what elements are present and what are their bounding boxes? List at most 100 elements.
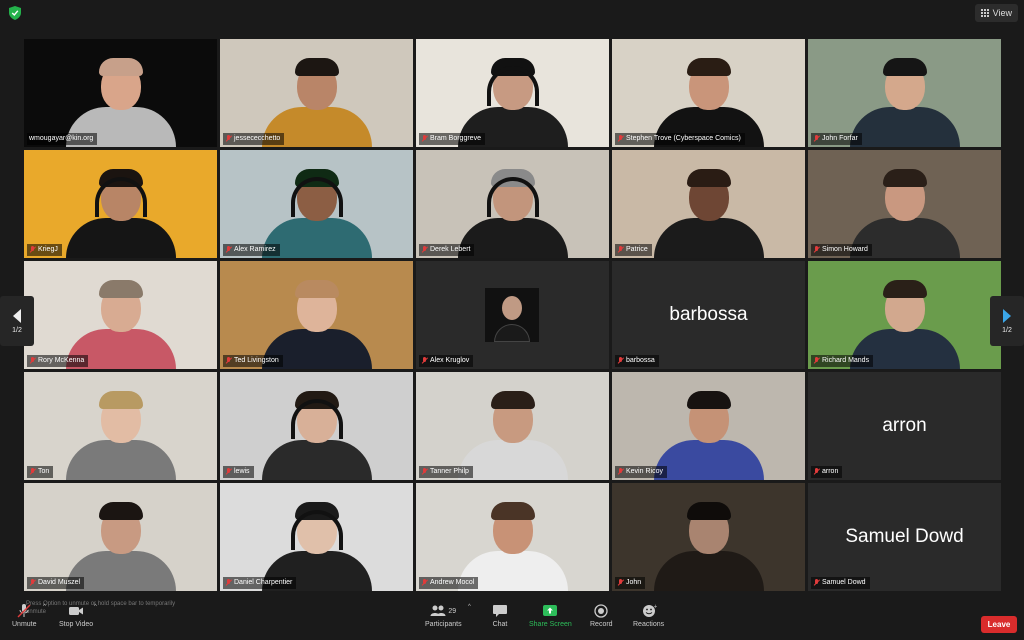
- participant-tile[interactable]: John: [612, 483, 805, 591]
- participant-display-name: arron: [882, 415, 927, 436]
- leave-button[interactable]: Leave: [981, 616, 1017, 633]
- record-label: Record: [590, 621, 613, 628]
- participant-tile[interactable]: Alex Kruglov: [416, 261, 609, 369]
- participant-tile[interactable]: lewis: [220, 372, 413, 480]
- participant-name: Bram Borggreve: [430, 135, 481, 142]
- participants-options-caret-icon[interactable]: ^: [468, 604, 471, 610]
- participant-name-tag: John: [615, 577, 646, 589]
- participant-tile[interactable]: Ted Livingston: [220, 261, 413, 369]
- profile-picture: [485, 288, 539, 342]
- participant-tile[interactable]: Daniel Charpentier: [220, 483, 413, 591]
- participant-name-tag: David Muszel: [27, 577, 85, 589]
- participant-name: Patrice: [626, 246, 648, 253]
- stop-video-button[interactable]: Stop Video: [59, 604, 93, 628]
- participant-name-tag: Alex Ramirez: [223, 244, 280, 256]
- participant-tile[interactable]: Derek Lebert: [416, 150, 609, 258]
- participant-name: Samuel Dowd: [822, 579, 866, 586]
- mic-muted-icon: [617, 579, 624, 587]
- participant-name-tag: Andrew Mocol: [419, 577, 479, 589]
- mic-muted-icon: [813, 579, 820, 587]
- arrow-right-icon: [1003, 308, 1011, 323]
- reactions-label: Reactions: [633, 621, 665, 628]
- unmute-button[interactable]: Unmute: [12, 604, 37, 628]
- mic-muted-icon: [617, 468, 624, 476]
- previous-page-button[interactable]: 1/2: [0, 296, 34, 346]
- stop-video-label: Stop Video: [59, 621, 94, 628]
- participant-name: Stephen Trove (Cyberspace Comics): [626, 135, 741, 142]
- participant-tile[interactable]: Rory McKenna: [24, 261, 217, 369]
- participants-button[interactable]: 29 Participants: [425, 604, 462, 628]
- participant-tile[interactable]: Andrew Mocol: [416, 483, 609, 591]
- participants-icon: [430, 605, 446, 616]
- participant-tile[interactable]: Tanner Philp: [416, 372, 609, 480]
- mic-muted-icon: [421, 357, 428, 365]
- participant-tile[interactable]: Kevin Ricoy: [612, 372, 805, 480]
- mic-muted-icon: [813, 357, 820, 365]
- video-gallery: wmougayar@kin.org jessececchetto Bram Borg…: [24, 39, 1001, 594]
- participant-name-tag: wmougayar@kin.org: [27, 133, 98, 145]
- participant-tile[interactable]: Patrice: [612, 150, 805, 258]
- participant-tile[interactable]: Simon Howard: [808, 150, 1001, 258]
- participant-name: KriegJ: [38, 246, 58, 253]
- participant-tile[interactable]: Richard Mands: [808, 261, 1001, 369]
- unmute-label: Unmute: [12, 621, 37, 628]
- participants-label: Participants: [425, 621, 462, 628]
- share-screen-button[interactable]: Share Screen: [529, 604, 572, 628]
- next-page-button[interactable]: 1/2: [990, 296, 1024, 346]
- participant-name: David Muszel: [38, 579, 81, 586]
- participant-video: [457, 385, 568, 480]
- participant-tile[interactable]: Samuel Dowd Samuel Dowd: [808, 483, 1001, 591]
- mic-muted-icon: [225, 468, 232, 476]
- participant-name: barbossa: [626, 357, 655, 364]
- participant-video: [65, 163, 176, 258]
- audio-options-caret-icon[interactable]: ^: [43, 604, 46, 610]
- participant-name: Tanner Philp: [430, 468, 469, 475]
- participants-count: 29: [448, 607, 457, 615]
- participant-video: [653, 385, 764, 480]
- share-screen-icon: [543, 605, 558, 616]
- record-button[interactable]: Record: [590, 604, 613, 628]
- participant-tile[interactable]: jessececchetto: [220, 39, 413, 147]
- reactions-button[interactable]: + Reactions: [633, 604, 664, 628]
- participant-tile[interactable]: KriegJ: [24, 150, 217, 258]
- mic-muted-icon: [617, 246, 624, 254]
- participant-name-tag: Patrice: [615, 244, 652, 256]
- participant-tile[interactable]: John Forfar: [808, 39, 1001, 147]
- participant-name: wmougayar@kin.org: [29, 135, 94, 142]
- participant-name: Alex Kruglov: [430, 357, 470, 364]
- mic-muted-icon: [421, 579, 428, 587]
- participant-name-tag: Bram Borggreve: [419, 133, 485, 145]
- participant-tile[interactable]: Bram Borggreve: [416, 39, 609, 147]
- participant-tile[interactable]: Alex Ramirez: [220, 150, 413, 258]
- mic-muted-icon: [29, 246, 36, 254]
- meeting-toolbar: Press Option to unmute or hold space bar…: [0, 600, 1024, 640]
- mic-muted-icon: [29, 468, 36, 476]
- mic-muted-icon: [29, 357, 36, 365]
- page-indicator-right: 1/2: [1002, 326, 1012, 334]
- participant-name: Richard Mands: [822, 357, 870, 364]
- view-button[interactable]: View: [974, 4, 1018, 22]
- participant-video: [65, 385, 176, 480]
- participant-name-tag: Kevin Ricoy: [615, 466, 667, 478]
- participant-name: Alex Ramirez: [234, 246, 276, 253]
- participant-tile[interactable]: arron arron: [808, 372, 1001, 480]
- participant-name: Kevin Ricoy: [626, 468, 663, 475]
- unmute-hint: Press Option to unmute or hold space bar…: [26, 601, 176, 615]
- video-options-caret-icon[interactable]: ^: [94, 604, 97, 610]
- participant-tile[interactable]: David Muszel: [24, 483, 217, 591]
- arrow-left-icon: [13, 308, 21, 323]
- participant-tile[interactable]: barbossa barbossa: [612, 261, 805, 369]
- participant-video: [653, 163, 764, 258]
- record-icon: [594, 604, 608, 618]
- participant-tile[interactable]: wmougayar@kin.org: [24, 39, 217, 147]
- participant-tile[interactable]: Ton: [24, 372, 217, 480]
- participant-name-tag: Alex Kruglov: [419, 355, 474, 367]
- participant-name-tag: Derek Lebert: [419, 244, 475, 256]
- participant-name: lewis: [234, 468, 250, 475]
- chat-button[interactable]: Chat: [492, 604, 508, 628]
- participant-name-tag: KriegJ: [27, 244, 62, 256]
- top-bar: View: [0, 0, 1024, 26]
- participant-tile[interactable]: Stephen Trove (Cyberspace Comics): [612, 39, 805, 147]
- shield-icon[interactable]: [9, 6, 21, 20]
- participant-name-tag: Simon Howard: [811, 244, 872, 256]
